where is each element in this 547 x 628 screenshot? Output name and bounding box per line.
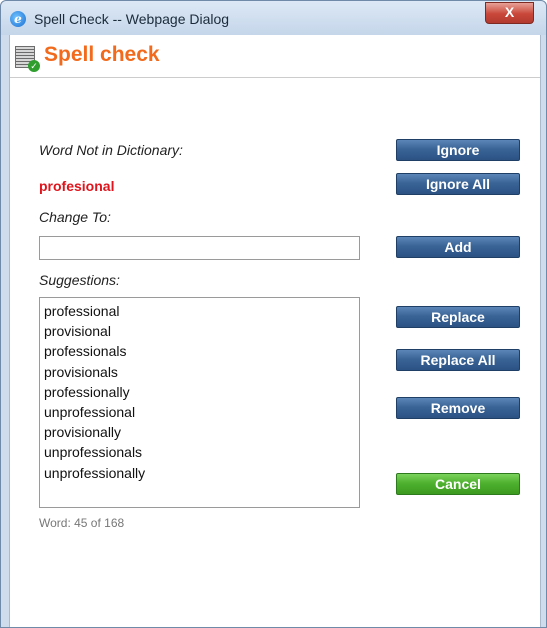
spellcheck-document-icon: ✓ xyxy=(15,46,40,72)
suggestion-item[interactable]: provisional xyxy=(44,321,355,341)
misspelled-word: profesional xyxy=(39,178,115,194)
window-title: Spell Check -- Webpage Dialog xyxy=(34,11,230,27)
ignore-all-button[interactable]: Ignore All xyxy=(396,173,520,195)
cancel-button[interactable]: Cancel xyxy=(396,473,520,495)
not-in-dictionary-label: Word Not in Dictionary: xyxy=(39,142,183,158)
page-title: Spell check xyxy=(44,43,160,66)
remove-button[interactable]: Remove xyxy=(396,397,520,419)
suggestion-item[interactable]: unprofessionals xyxy=(44,442,355,462)
change-to-input[interactable] xyxy=(39,236,360,260)
suggestion-item[interactable]: unprofessional xyxy=(44,402,355,422)
dialog-body: ✓ Spell check Word Not in Dictionary: pr… xyxy=(9,35,541,627)
suggestion-item[interactable]: provisionals xyxy=(44,362,355,382)
replace-all-button[interactable]: Replace All xyxy=(396,349,520,371)
title-bar[interactable]: e Spell Check -- Webpage Dialog X xyxy=(1,1,546,35)
suggestion-item[interactable]: professional xyxy=(44,301,355,321)
suggestions-list[interactable]: professional provisional professionals p… xyxy=(39,297,360,508)
replace-button[interactable]: Replace xyxy=(396,306,520,328)
suggestion-item[interactable]: provisionally xyxy=(44,422,355,442)
suggestion-item[interactable]: unprofessionally xyxy=(44,463,355,483)
add-button[interactable]: Add xyxy=(396,236,520,258)
change-to-label: Change To: xyxy=(39,209,111,225)
dialog-header: ✓ Spell check xyxy=(10,35,540,78)
suggestion-item[interactable]: professionally xyxy=(44,382,355,402)
internet-explorer-icon: e xyxy=(10,11,26,27)
suggestion-item[interactable]: professionals xyxy=(44,341,355,361)
close-button[interactable]: X xyxy=(485,2,534,24)
ignore-button[interactable]: Ignore xyxy=(396,139,520,161)
checkmark-icon: ✓ xyxy=(28,60,40,72)
word-count-status: Word: 45 of 168 xyxy=(39,516,125,530)
suggestions-label: Suggestions: xyxy=(39,272,120,288)
dialog-window: e Spell Check -- Webpage Dialog X ✓ Spel… xyxy=(0,0,547,628)
